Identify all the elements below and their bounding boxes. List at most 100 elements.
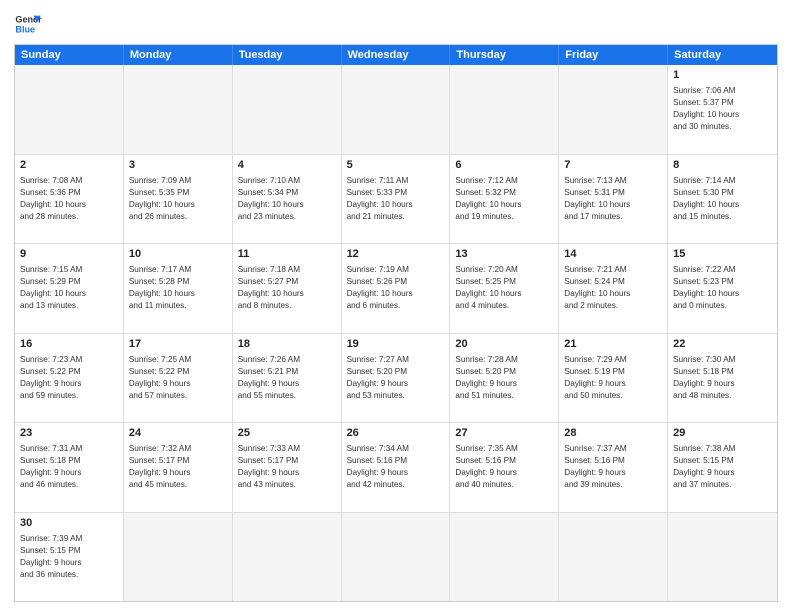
day-cell-1: 1 Sunrise: 7:06 AM Sunset: 5:37 PM Daylig… <box>668 65 777 154</box>
day-cell-26: 26Sunrise: 7:34 AM Sunset: 5:16 PM Dayli… <box>342 423 451 512</box>
day-cell-3: 3 Sunrise: 7:09 AM Sunset: 5:35 PM Daylig… <box>124 155 233 244</box>
empty-cell <box>668 513 777 602</box>
day-number: 18 <box>238 337 336 352</box>
day-info: Sunrise: 7:09 AM Sunset: 5:35 PM Dayligh… <box>129 175 227 223</box>
day-info: Sunrise: 7:12 AM Sunset: 5:32 PM Dayligh… <box>455 175 553 223</box>
empty-cell <box>342 65 451 154</box>
day-info: Sunrise: 7:13 AM Sunset: 5:31 PM Dayligh… <box>564 175 662 223</box>
day-info: Sunrise: 7:22 AM Sunset: 5:23 PM Dayligh… <box>673 264 772 312</box>
day-number: 1 <box>673 68 772 83</box>
day-info: Sunrise: 7:37 AM Sunset: 5:16 PM Dayligh… <box>564 443 662 491</box>
day-cell-10: 10Sunrise: 7:17 AM Sunset: 5:28 PM Dayli… <box>124 244 233 333</box>
svg-text:Blue: Blue <box>15 24 35 34</box>
header-day-monday: Monday <box>124 45 233 65</box>
day-number: 4 <box>238 158 336 173</box>
day-info: Sunrise: 7:28 AM Sunset: 5:20 PM Dayligh… <box>455 354 553 402</box>
day-number: 7 <box>564 158 662 173</box>
calendar-body: 1 Sunrise: 7:06 AM Sunset: 5:37 PM Daylig… <box>15 65 777 601</box>
day-info: Sunrise: 7:27 AM Sunset: 5:20 PM Dayligh… <box>347 354 445 402</box>
day-cell-16: 16Sunrise: 7:23 AM Sunset: 5:22 PM Dayli… <box>15 334 124 423</box>
header-day-wednesday: Wednesday <box>342 45 451 65</box>
logo-svg: General Blue <box>14 10 42 38</box>
day-number: 24 <box>129 426 227 441</box>
day-number: 14 <box>564 247 662 262</box>
day-number: 21 <box>564 337 662 352</box>
calendar-row-1: 2Sunrise: 7:08 AM Sunset: 5:36 PM Daylig… <box>15 155 777 245</box>
day-cell-14: 14Sunrise: 7:21 AM Sunset: 5:24 PM Dayli… <box>559 244 668 333</box>
day-info: Sunrise: 7:14 AM Sunset: 5:30 PM Dayligh… <box>673 175 772 223</box>
day-cell-13: 13Sunrise: 7:20 AM Sunset: 5:25 PM Dayli… <box>450 244 559 333</box>
empty-cell <box>15 65 124 154</box>
day-number: 28 <box>564 426 662 441</box>
empty-cell <box>124 65 233 154</box>
day-number: 16 <box>20 337 118 352</box>
day-number: 9 <box>20 247 118 262</box>
day-number: 22 <box>673 337 772 352</box>
day-cell-20: 20 Sunrise: 7:28 AM Sunset: 5:20 PM Dayli… <box>450 334 559 423</box>
header-day-tuesday: Tuesday <box>233 45 342 65</box>
empty-cell <box>450 65 559 154</box>
empty-cell <box>124 513 233 602</box>
day-cell-24: 24 Sunrise: 7:32 AM Sunset: 5:17 PM Dayli… <box>124 423 233 512</box>
day-cell-21: 21 Sunrise: 7:29 AM Sunset: 5:19 PM Dayli… <box>559 334 668 423</box>
day-cell-22: 22 Sunrise: 7:30 AM Sunset: 5:18 PM Dayli… <box>668 334 777 423</box>
calendar-row-3: 16Sunrise: 7:23 AM Sunset: 5:22 PM Dayli… <box>15 334 777 424</box>
day-number: 12 <box>347 247 445 262</box>
day-number: 6 <box>455 158 553 173</box>
logo: General Blue <box>14 10 42 38</box>
day-cell-19: 19 Sunrise: 7:27 AM Sunset: 5:20 PM Dayli… <box>342 334 451 423</box>
day-cell-12: 12 Sunrise: 7:19 AM Sunset: 5:26 PM Dayli… <box>342 244 451 333</box>
day-cell-23: 23Sunrise: 7:31 AM Sunset: 5:18 PM Dayli… <box>15 423 124 512</box>
day-info: Sunrise: 7:19 AM Sunset: 5:26 PM Dayligh… <box>347 264 445 312</box>
calendar-row-4: 23Sunrise: 7:31 AM Sunset: 5:18 PM Dayli… <box>15 423 777 513</box>
day-cell-7: 7 Sunrise: 7:13 AM Sunset: 5:31 PM Daylig… <box>559 155 668 244</box>
day-info: Sunrise: 7:11 AM Sunset: 5:33 PM Dayligh… <box>347 175 445 223</box>
day-cell-2: 2Sunrise: 7:08 AM Sunset: 5:36 PM Daylig… <box>15 155 124 244</box>
header-day-saturday: Saturday <box>668 45 777 65</box>
empty-cell <box>342 513 451 602</box>
day-cell-9: 9 Sunrise: 7:15 AM Sunset: 5:29 PM Daylig… <box>15 244 124 333</box>
day-info: Sunrise: 7:15 AM Sunset: 5:29 PM Dayligh… <box>20 264 118 312</box>
day-cell-15: 15 Sunrise: 7:22 AM Sunset: 5:23 PM Dayli… <box>668 244 777 333</box>
day-cell-28: 28 Sunrise: 7:37 AM Sunset: 5:16 PM Dayli… <box>559 423 668 512</box>
day-info: Sunrise: 7:26 AM Sunset: 5:21 PM Dayligh… <box>238 354 336 402</box>
day-number: 19 <box>347 337 445 352</box>
calendar-row-0: 1 Sunrise: 7:06 AM Sunset: 5:37 PM Daylig… <box>15 65 777 155</box>
header-day-sunday: Sunday <box>15 45 124 65</box>
day-info: Sunrise: 7:08 AM Sunset: 5:36 PM Dayligh… <box>20 175 118 223</box>
day-number: 27 <box>455 426 553 441</box>
day-info: Sunrise: 7:18 AM Sunset: 5:27 PM Dayligh… <box>238 264 336 312</box>
day-number: 3 <box>129 158 227 173</box>
day-number: 23 <box>20 426 118 441</box>
day-cell-17: 17 Sunrise: 7:25 AM Sunset: 5:22 PM Dayli… <box>124 334 233 423</box>
day-info: Sunrise: 7:06 AM Sunset: 5:37 PM Dayligh… <box>673 85 772 133</box>
day-info: Sunrise: 7:30 AM Sunset: 5:18 PM Dayligh… <box>673 354 772 402</box>
day-number: 20 <box>455 337 553 352</box>
calendar-header: SundayMondayTuesdayWednesdayThursdayFrid… <box>15 45 777 65</box>
calendar: SundayMondayTuesdayWednesdayThursdayFrid… <box>14 44 778 602</box>
day-cell-8: 8Sunrise: 7:14 AM Sunset: 5:30 PM Daylig… <box>668 155 777 244</box>
day-number: 30 <box>20 516 118 531</box>
header: General Blue <box>14 10 778 38</box>
day-info: Sunrise: 7:39 AM Sunset: 5:15 PM Dayligh… <box>20 533 118 581</box>
day-cell-25: 25Sunrise: 7:33 AM Sunset: 5:17 PM Dayli… <box>233 423 342 512</box>
day-cell-6: 6 Sunrise: 7:12 AM Sunset: 5:32 PM Daylig… <box>450 155 559 244</box>
day-number: 15 <box>673 247 772 262</box>
header-day-thursday: Thursday <box>450 45 559 65</box>
day-cell-11: 11Sunrise: 7:18 AM Sunset: 5:27 PM Dayli… <box>233 244 342 333</box>
day-number: 5 <box>347 158 445 173</box>
empty-cell <box>233 513 342 602</box>
empty-cell <box>559 513 668 602</box>
day-info: Sunrise: 7:32 AM Sunset: 5:17 PM Dayligh… <box>129 443 227 491</box>
calendar-row-2: 9 Sunrise: 7:15 AM Sunset: 5:29 PM Daylig… <box>15 244 777 334</box>
day-number: 29 <box>673 426 772 441</box>
day-info: Sunrise: 7:29 AM Sunset: 5:19 PM Dayligh… <box>564 354 662 402</box>
day-cell-5: 5 Sunrise: 7:11 AM Sunset: 5:33 PM Daylig… <box>342 155 451 244</box>
day-cell-29: 29Sunrise: 7:38 AM Sunset: 5:15 PM Dayli… <box>668 423 777 512</box>
day-number: 17 <box>129 337 227 352</box>
day-cell-4: 4 Sunrise: 7:10 AM Sunset: 5:34 PM Daylig… <box>233 155 342 244</box>
day-info: Sunrise: 7:10 AM Sunset: 5:34 PM Dayligh… <box>238 175 336 223</box>
day-info: Sunrise: 7:25 AM Sunset: 5:22 PM Dayligh… <box>129 354 227 402</box>
day-number: 26 <box>347 426 445 441</box>
empty-cell <box>559 65 668 154</box>
